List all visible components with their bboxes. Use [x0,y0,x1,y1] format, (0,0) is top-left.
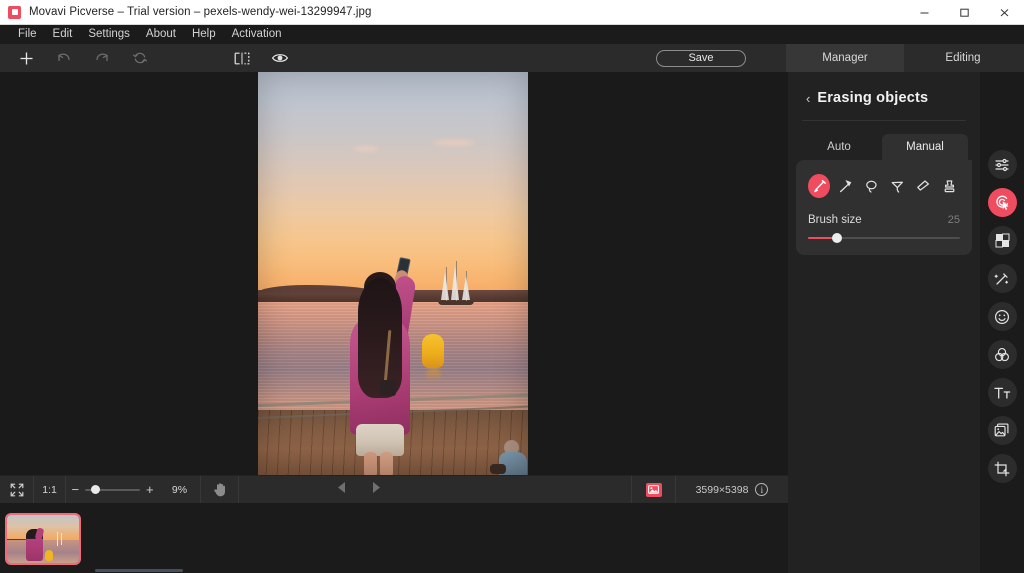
brush-tool-icon[interactable] [808,174,830,198]
tab-manual[interactable]: Manual [882,134,968,160]
previous-image-icon[interactable] [336,481,347,499]
page-title: Erasing objects [817,90,929,106]
minimize-icon[interactable] [904,0,944,25]
text-icon[interactable] [987,378,1017,407]
brush-size-row: Brush size 25 [808,214,960,226]
reset-icon[interactable] [128,47,152,69]
compare-before-after-icon[interactable] [230,47,254,69]
polygonal-lasso-tool-icon[interactable] [886,174,908,198]
zoom-out-button[interactable]: − [66,483,85,496]
photo-sky [258,72,528,298]
bottom-bar-spacer [479,475,632,504]
adjustments-icon[interactable] [987,150,1017,179]
tab-auto[interactable]: Auto [796,134,882,160]
menu-item-about[interactable]: About [138,25,184,44]
image-dimensions-group: 3599×5398 i [676,476,788,504]
zoom-percent-label: 9% [171,483,188,496]
color-mixer-icon[interactable] [987,340,1017,369]
panel-header: ‹ Erasing objects [788,72,980,106]
menu-item-activation[interactable]: Activation [224,25,290,44]
toolbar-right-group: Save Manager Editing [656,44,1024,72]
fit-to-screen-icon[interactable] [0,475,34,504]
application-window: Movavi Picverse – Trial version – pexels… [0,0,1024,573]
photo-sailboat [436,260,476,305]
zoom-in-button[interactable]: + [140,483,159,496]
photo-cloud [433,140,475,145]
background-removal-icon[interactable] [987,226,1017,255]
info-icon[interactable]: i [755,483,769,496]
photo-preview[interactable] [258,72,528,475]
tab-editing[interactable]: Editing [904,44,1022,72]
frames-icon[interactable] [987,416,1017,445]
object-removal-icon[interactable] [987,188,1017,217]
add-icon[interactable] [14,47,38,69]
title-bar: Movavi Picverse – Trial version – pexels… [0,0,1024,25]
stamp-tool-icon[interactable] [938,174,960,198]
preview-eye-icon[interactable] [268,47,292,69]
face-smiley-icon[interactable] [987,302,1017,331]
zoom-slider-handle[interactable] [90,485,100,494]
menu-item-file[interactable]: File [10,25,45,44]
menu-item-settings[interactable]: Settings [80,25,138,44]
hand-tool-icon[interactable] [201,475,239,504]
brush-size-slider-handle[interactable] [832,233,843,243]
window-title: Movavi Picverse – Trial version – pexels… [29,6,372,18]
menu-item-help[interactable]: Help [184,25,224,44]
next-image-icon[interactable] [371,481,382,499]
magic-wand-tool-icon[interactable] [834,174,856,198]
retouch-wand-icon[interactable] [987,264,1017,293]
feature-rail [980,72,1024,573]
manual-tools-card: Brush size 25 [796,160,972,255]
filmstrip-scrollbar[interactable] [95,569,183,572]
photo-seated-person [490,440,528,475]
image-dimensions-label: 3599×5398 [695,483,749,496]
zoom-slider-track[interactable] [84,485,141,494]
image-navigation-group [239,476,479,504]
lasso-tool-icon[interactable] [860,174,882,198]
save-button[interactable]: Save [656,49,746,67]
brush-size-slider[interactable] [808,233,960,243]
redo-icon[interactable] [90,47,114,69]
movavi-logo-icon [8,5,21,19]
zoom-slider-group[interactable]: − + 9% [66,475,201,504]
menu-item-edit[interactable]: Edit [45,25,81,44]
eraser-tool-icon[interactable] [912,174,934,198]
panel-divider [802,120,966,121]
image-thumbnail-icon[interactable] [632,475,676,504]
menu-bar: File Edit Settings About Help Activation [0,25,1024,44]
tab-manager[interactable]: Manager [786,44,904,72]
close-icon[interactable] [984,0,1024,25]
photo-cloud [353,147,379,151]
undo-icon[interactable] [52,47,76,69]
brush-size-value: 25 [947,214,960,226]
list-item[interactable] [5,513,81,565]
tool-buttons-row [808,174,960,198]
canvas-bottom-bar: 1:1 − + 9% 3599×5398 i [0,475,788,504]
photo-subject-woman [336,257,432,475]
thumbnail-strip[interactable] [0,503,788,573]
brush-size-label: Brush size [808,214,862,226]
maximize-icon[interactable] [944,0,984,25]
tool-options-panel: ‹ Erasing objects Auto Manual Brush size… [788,72,980,573]
image-canvas[interactable] [0,72,788,475]
panel-tabs: Auto Manual [788,134,980,160]
back-chevron-icon[interactable]: ‹ [806,92,810,105]
window-controls [904,0,1024,25]
crop-icon[interactable] [987,454,1017,483]
zoom-ratio-button[interactable]: 1:1 [34,475,66,504]
top-toolbar: Save Manager Editing [0,44,1024,72]
toolbar-icon-group [0,47,292,69]
